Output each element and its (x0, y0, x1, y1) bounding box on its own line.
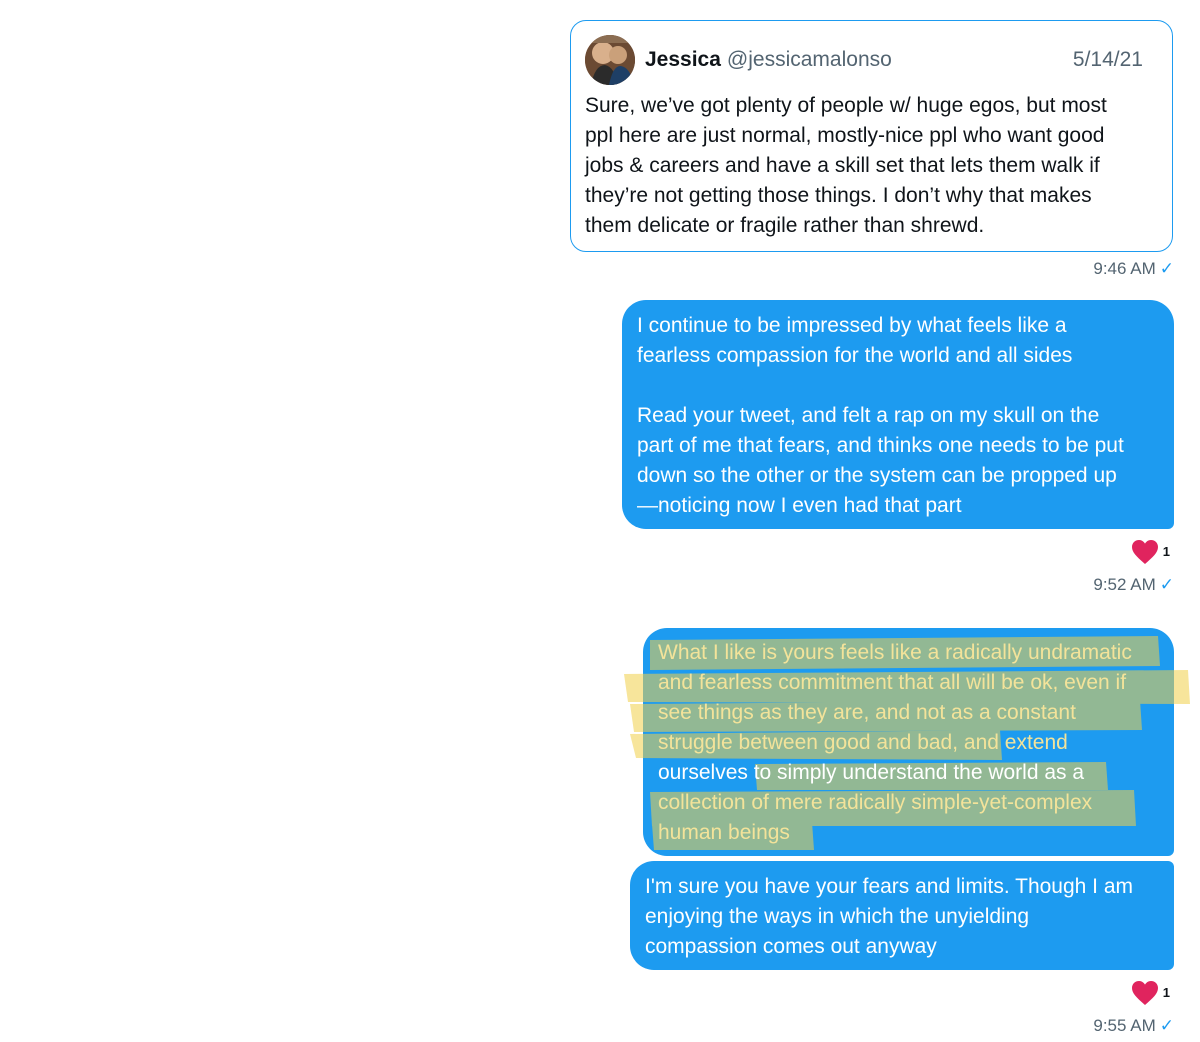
message-timestamp: 9:55 AM ✓ (1093, 1015, 1174, 1037)
tweet-text-line: ppl here are just normal, mostly-nice pp… (585, 124, 1105, 147)
message-line: I'm sure you have your fears and limits.… (645, 875, 1134, 898)
message-line: fearless compassion for the world and al… (637, 344, 1073, 367)
message-line: part of me that fears, and thinks one ne… (637, 434, 1124, 457)
author-name[interactable]: Jessica (645, 48, 721, 71)
tweet-date: 5/14/21 (1072, 48, 1143, 71)
message-line: human beings (658, 821, 790, 844)
message-line: ourselves to simply understand the world… (658, 761, 1085, 784)
message-line: compassion comes out anyway (645, 935, 937, 958)
timestamp-text: 9:55 AM (1093, 1016, 1156, 1035)
message-line: I continue to be impressed by what feels… (637, 314, 1067, 337)
message-line: Read your tweet, and felt a rap on my sk… (637, 404, 1100, 427)
heart-icon (1131, 981, 1158, 1005)
message-bubble[interactable]: I continue to be impressed by what feels… (622, 300, 1174, 529)
message-timestamp: 9:46 AM ✓ (1093, 258, 1174, 280)
author-handle[interactable]: @jessicamalonso (727, 48, 892, 71)
message-timestamp: 9:52 AM ✓ (1093, 574, 1174, 596)
reaction-count: 1 (1162, 985, 1170, 1000)
message-line: and fearless commitment that all will be… (658, 671, 1127, 694)
message-line: —noticing now I even had that part (637, 494, 962, 517)
message-line: enjoying the ways in which the unyieldin… (645, 905, 1030, 928)
tweet-text: Sure, we’ve got plenty of people w/ huge… (585, 91, 1145, 241)
message-line: struggle between good and bad, and exten… (658, 731, 1068, 754)
tweet-text-line: jobs & careers and have a skill set that… (585, 154, 1100, 177)
heart-icon (1131, 540, 1158, 564)
tweet-text-line: Sure, we’ve got plenty of people w/ huge… (585, 94, 1107, 117)
tweet-text-line: they’re not getting those things. I don’… (585, 184, 1092, 207)
message-bubble-highlighted[interactable]: What I like is yours feels like a radica… (643, 628, 1174, 856)
author-avatar[interactable] (585, 35, 635, 85)
message-bubble[interactable]: I'm sure you have your fears and limits.… (630, 861, 1174, 970)
reaction[interactable]: 1 (1131, 539, 1170, 565)
timestamp-text: 9:52 AM (1093, 575, 1156, 594)
message-line: What I like is yours feels like a radica… (658, 641, 1132, 664)
read-check-icon: ✓ (1159, 259, 1174, 278)
reaction-count: 1 (1162, 544, 1170, 559)
message-line: collection of mere radically simple-yet-… (658, 791, 1093, 814)
read-check-icon: ✓ (1159, 1016, 1174, 1035)
message-line: down so the other or the system can be p… (637, 464, 1117, 487)
reaction[interactable]: 1 (1131, 980, 1170, 1006)
message-line: see things as they are, and not as a con… (658, 701, 1076, 724)
tweet-text-line: them delicate or fragile rather than shr… (585, 214, 985, 237)
read-check-icon: ✓ (1159, 575, 1174, 594)
tweet-header: Jessica @jessicamalonso (645, 46, 892, 74)
timestamp-text: 9:46 AM (1093, 259, 1156, 278)
quoted-tweet-card[interactable]: Jessica @jessicamalonso 5/14/21 Sure, we’… (570, 20, 1173, 252)
